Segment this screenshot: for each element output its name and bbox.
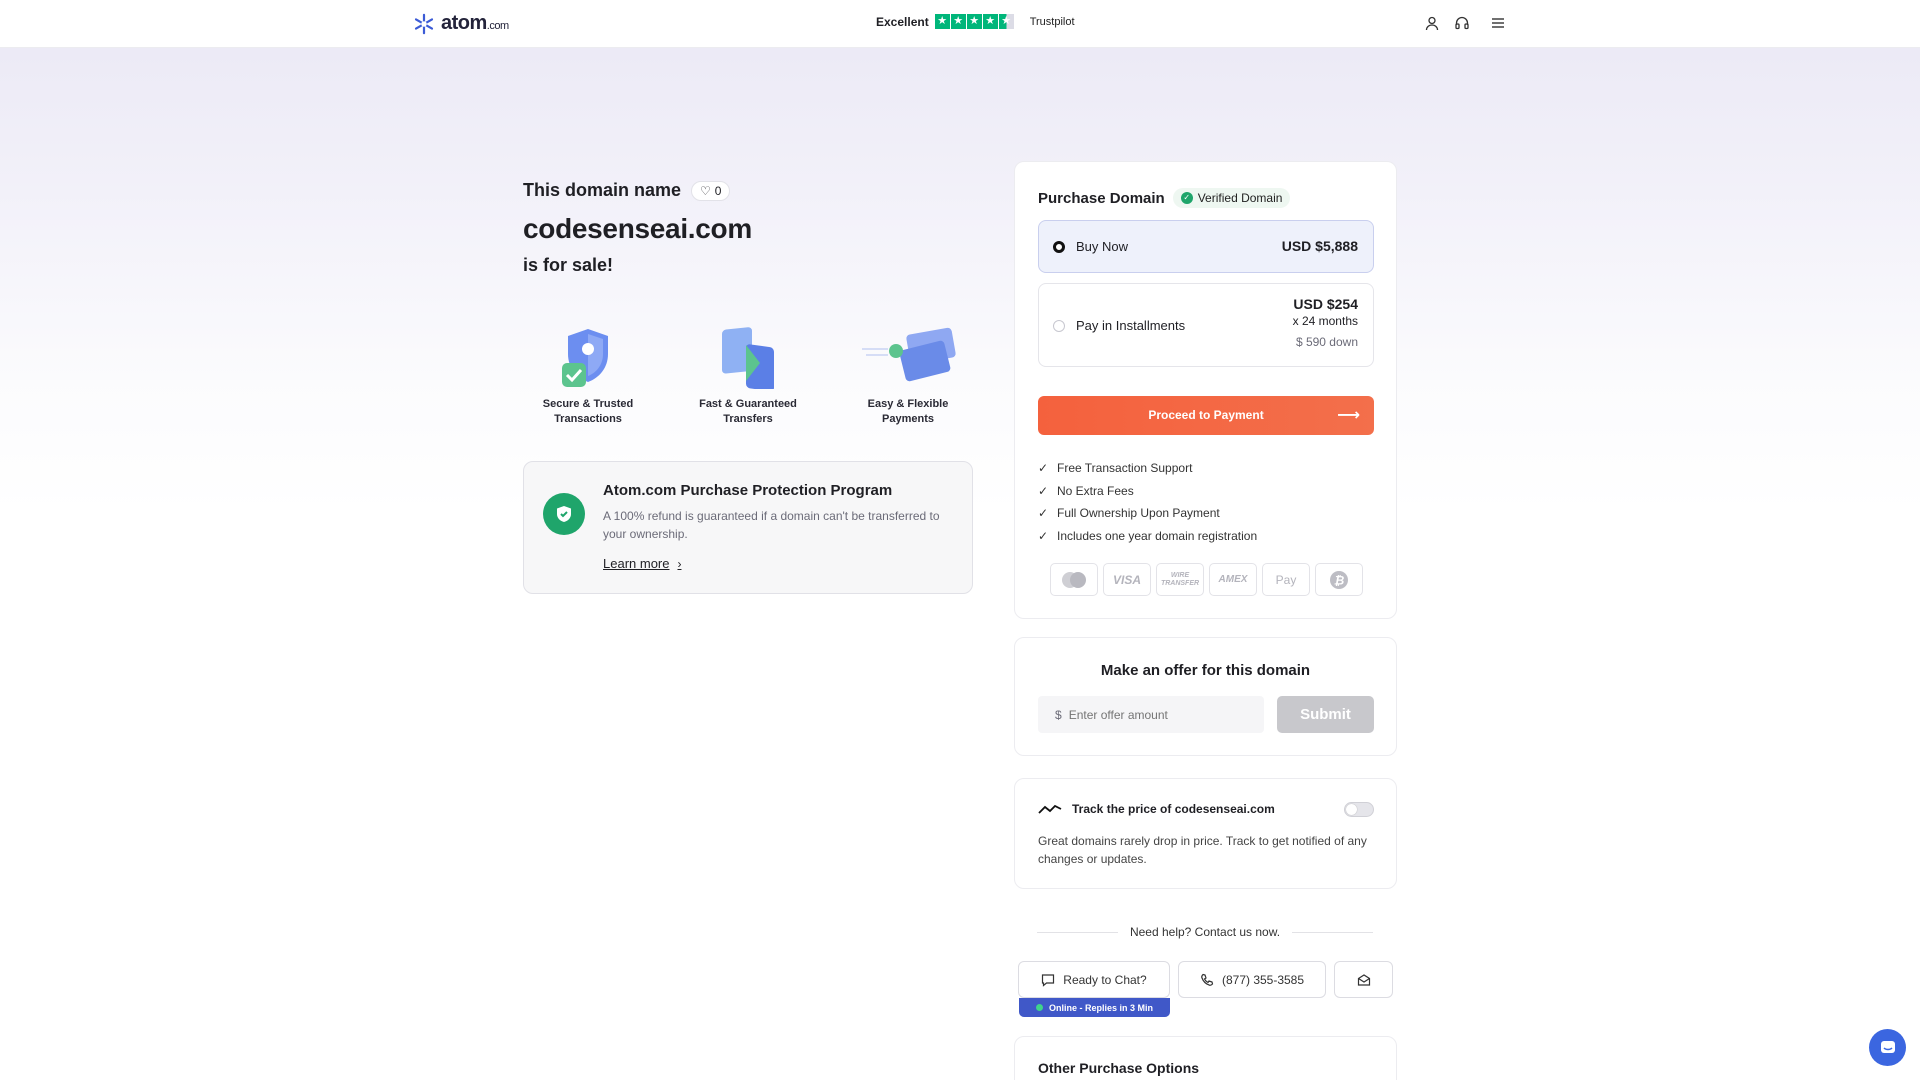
apple-pay-icon: Pay [1262, 563, 1310, 596]
trend-icon [1038, 804, 1062, 814]
header-icons [1424, 15, 1506, 31]
half-star-icon: ★ [998, 14, 1014, 29]
learn-more-link[interactable]: Learn more › [603, 556, 681, 571]
domain-hero: This domain name ♡ 0 codesenseai.com is … [523, 180, 973, 276]
menu-icon[interactable] [1490, 15, 1506, 31]
check-icon: ✓ [1038, 483, 1049, 498]
online-dot-icon [1035, 1004, 1043, 1011]
track-price-toggle[interactable] [1344, 802, 1374, 817]
help-divider: Need help? Contact us now. [1037, 925, 1374, 939]
installments-price-block: USD $254 x 24 months $ 590 down [1293, 296, 1358, 349]
purchase-domain-card: Purchase Domain ✓ Verified Domain Buy No… [1014, 161, 1397, 619]
shield-check-icon [543, 493, 585, 535]
arrow-right-icon: ⟶ [1337, 407, 1360, 424]
heart-icon: ♡ [700, 183, 711, 198]
installment-term: x 24 months [1292, 314, 1358, 328]
installments-option[interactable]: Pay in Installments USD $254 x 24 months… [1038, 283, 1374, 367]
purchase-protection-card: Atom.com Purchase Protection Program A 1… [523, 461, 973, 594]
installment-down: $ 590 down [1295, 335, 1358, 349]
feature-fast: Fast & Guaranteed Transfers [683, 325, 813, 427]
top-navigation-bar: atom.com Excellent ★ ★ ★ ★ ★ Trustpilot [0, 0, 1920, 48]
purchase-title: Purchase Domain ✓ Verified Domain [1038, 188, 1291, 208]
help-title: Need help? Contact us now. [1129, 925, 1281, 939]
logo-text: atom.com [441, 12, 509, 34]
proceed-to-payment-button[interactable]: Proceed to Payment ⟶ [1038, 396, 1374, 435]
star-icon: ★ [950, 14, 966, 29]
wire-transfer-icon: WIRE TRANSFER [1156, 563, 1204, 596]
atom-logo-icon [414, 13, 434, 34]
secure-shield-icon [562, 329, 608, 387]
buy-now-price: USD $5,888 [1281, 238, 1358, 254]
installment-amount: USD $254 [1293, 296, 1358, 312]
check-icon: ✓ [1038, 506, 1049, 521]
payment-cards-icon [862, 327, 956, 382]
check-icon: ✓ [1038, 528, 1049, 543]
transfer-cards-icon [722, 327, 774, 389]
feature-list: Secure & Trusted Transactions Fast & Gua… [523, 325, 973, 427]
atom-logo[interactable]: atom.com [413, 12, 509, 35]
hero-post-title: is for sale! [523, 255, 614, 275]
chat-bubble-icon [1042, 973, 1055, 987]
divider-line [1292, 931, 1374, 933]
track-description: Great domains rarely drop in price. Trac… [1038, 834, 1367, 866]
check-icon: ✓ [1038, 461, 1049, 476]
svg-text:₿: ₿ [1334, 573, 1345, 587]
benefit-item: ✓ No Extra Fees [1038, 483, 1134, 498]
chat-widget-button[interactable] [1869, 1029, 1906, 1066]
buy-now-radio[interactable] [1053, 241, 1065, 253]
user-icon[interactable] [1424, 15, 1440, 31]
payment-methods: VISA WIRE TRANSFER AMEX Pay ₿ [1050, 563, 1363, 596]
chevron-right-icon: › [677, 556, 682, 571]
chat-widget-icon [1880, 1040, 1895, 1053]
offer-input-wrapper: $ [1038, 696, 1264, 733]
bitcoin-icon: ₿ [1315, 563, 1363, 596]
trustpilot-stars: ★ ★ ★ ★ ★ [934, 14, 1014, 29]
offer-amount-input[interactable] [1068, 707, 1249, 722]
other-options-title: Other Purchase Options [1038, 1060, 1200, 1076]
star-icon: ★ [966, 14, 982, 29]
trustpilot-brand: Trustpilot [1029, 15, 1075, 28]
verified-badge: ✓ Verified Domain [1172, 188, 1291, 208]
phone-button[interactable]: (877) 355-3585 [1178, 961, 1326, 998]
chat-button[interactable]: Ready to Chat? [1018, 961, 1170, 998]
amex-icon: AMEX [1209, 563, 1257, 596]
hero-pre-title: This domain name ♡ 0 [523, 180, 973, 201]
buy-now-label: Buy Now [1076, 239, 1129, 254]
currency-symbol: $ [1055, 707, 1062, 722]
like-button[interactable]: ♡ 0 [691, 180, 731, 201]
star-icon: ★ [934, 14, 950, 29]
email-button[interactable] [1334, 961, 1393, 998]
benefit-item: ✓ Includes one year domain registration [1038, 528, 1258, 543]
mail-icon [1357, 973, 1370, 986]
make-offer-card: Make an offer for this domain $ Submit [1014, 637, 1397, 756]
trustpilot-label: Excellent [876, 14, 929, 29]
check-circle-icon: ✓ [1180, 192, 1193, 204]
protection-description: A 100% refund is guaranteed if a domain … [603, 509, 940, 541]
toggle-knob [1346, 804, 1357, 815]
online-status: Online - Replies in 3 Min [1019, 998, 1170, 1017]
benefit-item: ✓ Full Ownership Upon Payment [1038, 506, 1220, 521]
buy-now-option[interactable]: Buy Now USD $5,888 [1038, 220, 1374, 273]
divider-line [1037, 931, 1118, 933]
feature-secure: Secure & Trusted Transactions [523, 325, 653, 427]
benefit-item: ✓ Free Transaction Support [1038, 461, 1193, 476]
star-icon: ★ [982, 14, 998, 29]
mastercard-icon [1050, 563, 1098, 596]
phone-icon [1201, 973, 1214, 986]
protection-title: Atom.com Purchase Protection Program [603, 482, 893, 499]
price-tracking-card: Track the price of codesenseai.com Great… [1014, 778, 1397, 889]
installments-radio[interactable] [1053, 320, 1065, 332]
domain-name: codesenseai.com [523, 213, 752, 244]
like-count: 0 [714, 183, 722, 198]
visa-icon: VISA [1103, 563, 1151, 596]
offer-title: Make an offer for this domain [1100, 662, 1311, 679]
benefits-list: ✓ Free Transaction Support ✓ No Extra Fees… [1038, 457, 1257, 547]
feature-flexible: Easy & Flexible Payments [843, 325, 973, 427]
trustpilot-rating[interactable]: Excellent ★ ★ ★ ★ ★ Trustpilot [876, 14, 1075, 29]
track-title: Track the price of codesenseai.com [1038, 802, 1275, 816]
submit-offer-button[interactable]: Submit [1277, 696, 1374, 733]
headset-icon[interactable] [1454, 15, 1470, 31]
installments-label: Pay in Installments [1076, 318, 1186, 333]
other-purchase-options-card: Other Purchase Options [1014, 1036, 1397, 1080]
